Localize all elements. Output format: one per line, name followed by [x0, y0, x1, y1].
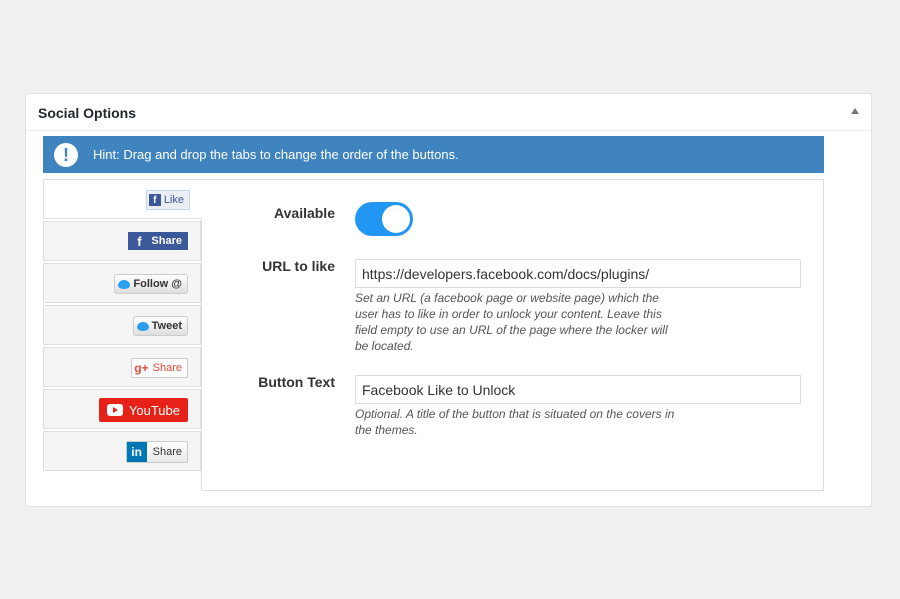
- twitter-bird-icon: [118, 279, 131, 289]
- tab-content-facebook-like: Available URL to like Set an URL (a face…: [201, 179, 824, 491]
- tab-label: Tweet: [151, 320, 182, 332]
- url-input[interactable]: [355, 259, 801, 288]
- facebook-icon: f: [148, 194, 161, 206]
- google-plus-share-button: g+ Share: [131, 358, 188, 378]
- tab-google-share[interactable]: g+ Share: [43, 347, 201, 387]
- youtube-play-icon: [106, 404, 123, 416]
- facebook-like-button: f Like: [145, 190, 190, 210]
- tab-label: Share: [152, 362, 182, 374]
- tab-label: Share: [152, 446, 182, 458]
- tab-youtube[interactable]: YouTube: [43, 389, 201, 429]
- panel-title: Social Options: [38, 105, 137, 121]
- linkedin-icon: in: [126, 442, 147, 462]
- tab-linkedin-share[interactable]: in Share: [43, 431, 201, 471]
- tab-label: Share: [151, 235, 182, 247]
- twitter-bird-icon: [136, 321, 149, 331]
- url-label: URL to like: [262, 258, 335, 274]
- social-options-panel: Social Options ! Hint: Drag and drop the…: [25, 93, 872, 507]
- collapse-arrow-icon[interactable]: [851, 108, 859, 114]
- button-text-input[interactable]: [355, 375, 801, 404]
- tab-label: YouTube: [128, 402, 180, 418]
- toggle-knob: [382, 205, 410, 233]
- button-text-label: Button Text: [258, 374, 335, 390]
- exclamation-icon: !: [54, 143, 78, 167]
- twitter-tweet-button: Tweet: [132, 316, 188, 336]
- available-label: Available: [274, 205, 335, 221]
- available-toggle[interactable]: [355, 202, 413, 236]
- tab-facebook-like[interactable]: f Like: [43, 179, 202, 219]
- facebook-share-button: f Share: [128, 232, 188, 250]
- hint-bar: ! Hint: Drag and drop the tabs to change…: [43, 136, 824, 173]
- tab-label: Like: [163, 194, 184, 206]
- google-plus-icon: g+: [134, 361, 149, 375]
- button-text-help: Optional. A title of the button that is …: [355, 407, 675, 437]
- twitter-follow-button: Follow @: [114, 274, 188, 294]
- linkedin-share-button: in Share: [125, 441, 188, 463]
- facebook-icon: f: [137, 233, 142, 249]
- panel-header[interactable]: Social Options: [26, 94, 871, 131]
- url-help-text: Set an URL (a facebook page or website p…: [355, 291, 668, 353]
- youtube-subscribe-button: YouTube: [98, 398, 188, 422]
- tab-twitter-follow[interactable]: Follow @: [43, 263, 201, 303]
- tab-label: Follow @: [133, 278, 182, 290]
- button-tabs: f Like f Share Follow @ Tweet g+ Share Y…: [43, 179, 202, 473]
- hint-text: Hint: Drag and drop the tabs to change t…: [93, 147, 459, 162]
- tab-twitter-tweet[interactable]: Tweet: [43, 305, 201, 345]
- tab-facebook-share[interactable]: f Share: [43, 221, 201, 261]
